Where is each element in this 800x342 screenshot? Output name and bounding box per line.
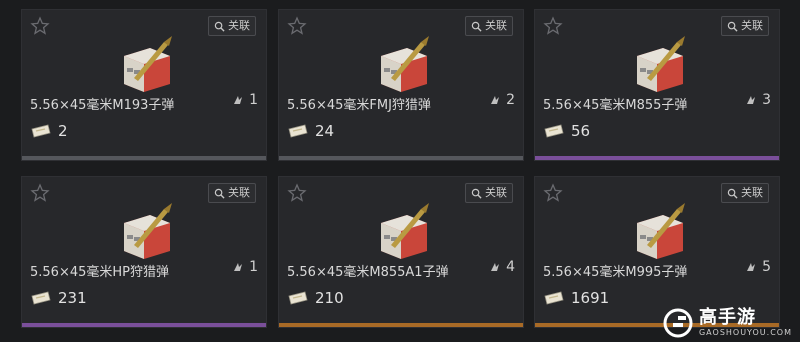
search-icon (214, 21, 225, 32)
money-icon (288, 124, 308, 138)
search-icon (471, 21, 482, 32)
tier-value: 3 (762, 92, 771, 108)
tier-icon (491, 263, 500, 271)
ammo-box-icon (124, 36, 172, 92)
money-icon (31, 291, 51, 305)
watermark-subtitle: GAOSHOUYOU.COM (698, 328, 792, 337)
tier-icon (491, 96, 500, 104)
watermark: 高手游 GAOSHOUYOU.COM (663, 308, 792, 338)
ammo-name: 5.56×45毫米M855子弹 (543, 98, 688, 113)
star-icon[interactable] (543, 183, 563, 203)
tier-value: 5 (762, 259, 771, 275)
tier-value: 4 (506, 259, 515, 275)
money-icon (288, 291, 308, 305)
rarity-bar (22, 156, 266, 160)
relation-label: 关联 (741, 186, 763, 199)
relation-button[interactable]: 关联 (208, 16, 256, 36)
ammo-price: 2 (30, 122, 68, 140)
price-value: 210 (315, 289, 344, 307)
price-value: 231 (58, 289, 87, 307)
ammo-card[interactable]: 关联 5.56×45毫米M193子弹 1 2 (21, 9, 267, 161)
price-value: 1691 (571, 289, 610, 307)
search-icon (727, 21, 738, 32)
ammo-tier: 3 (744, 92, 771, 108)
ammo-price: 210 (287, 289, 344, 307)
rarity-bar (279, 156, 523, 160)
star-icon[interactable] (30, 183, 50, 203)
tier-icon (234, 263, 243, 271)
price-value: 2 (58, 122, 68, 140)
relation-label: 关联 (228, 186, 250, 199)
ammo-name: 5.56×45毫米M995子弹 (543, 265, 688, 280)
ammo-price: 24 (287, 122, 334, 140)
relation-button[interactable]: 关联 (465, 183, 513, 203)
ammo-card[interactable]: 关联 5.56×45毫米M855子弹 3 56 (534, 9, 780, 161)
search-icon (727, 188, 738, 199)
tier-icon (747, 263, 756, 271)
relation-button[interactable]: 关联 (721, 16, 769, 36)
relation-label: 关联 (485, 19, 507, 32)
ammo-box-icon (637, 36, 685, 92)
ammo-name: 5.56×45毫米HP狩猎弹 (30, 265, 169, 280)
ammo-grid: 关联 5.56×45毫米M193子弹 1 2 关联 5.56×45毫米FMJ狩猎… (0, 0, 800, 342)
tier-icon (234, 96, 243, 104)
ammo-tier: 1 (231, 259, 258, 275)
money-icon (544, 124, 564, 138)
ammo-name: 5.56×45毫米M855A1子弹 (287, 265, 449, 280)
ammo-price: 56 (543, 122, 590, 140)
ammo-name: 5.56×45毫米FMJ狩猎弹 (287, 98, 431, 113)
ammo-card[interactable]: 关联 5.56×45毫米HP狩猎弹 1 231 (21, 176, 267, 328)
relation-button[interactable]: 关联 (721, 183, 769, 203)
ammo-card[interactable]: 关联 5.56×45毫米FMJ狩猎弹 2 24 (278, 9, 524, 161)
ammo-box-icon (381, 203, 429, 259)
watermark-title: 高手游 (698, 307, 756, 328)
gaoshouyou-logo-icon (663, 308, 693, 338)
relation-label: 关联 (228, 19, 250, 32)
ammo-tier: 2 (488, 92, 515, 108)
tier-icon (747, 96, 756, 104)
ammo-card[interactable]: 关联 5.56×45毫米M855A1子弹 4 210 (278, 176, 524, 328)
watermark-text: 高手游 GAOSHOUYOU.COM (699, 308, 792, 338)
ammo-tier: 4 (488, 259, 515, 275)
ammo-tier: 1 (231, 92, 258, 108)
star-icon[interactable] (30, 16, 50, 36)
ammo-box-icon (381, 36, 429, 92)
relation-label: 关联 (485, 186, 507, 199)
relation-button[interactable]: 关联 (208, 183, 256, 203)
ammo-price: 231 (30, 289, 87, 307)
tier-value: 1 (249, 259, 258, 275)
ammo-box-icon (124, 203, 172, 259)
tier-value: 1 (249, 92, 258, 108)
price-value: 56 (571, 122, 591, 140)
price-value: 24 (315, 122, 335, 140)
star-icon[interactable] (543, 16, 563, 36)
star-icon[interactable] (287, 183, 307, 203)
rarity-bar (535, 156, 779, 160)
money-icon (31, 124, 51, 138)
ammo-price: 1691 (543, 289, 609, 307)
relation-label: 关联 (741, 19, 763, 32)
ammo-name: 5.56×45毫米M193子弹 (30, 98, 175, 113)
tier-value: 2 (506, 92, 515, 108)
rarity-bar (22, 323, 266, 327)
ammo-card[interactable]: 关联 5.56×45毫米M995子弹 5 1691 (534, 176, 780, 328)
relation-button[interactable]: 关联 (465, 16, 513, 36)
rarity-bar (279, 323, 523, 327)
search-icon (214, 188, 225, 199)
ammo-tier: 5 (744, 259, 771, 275)
search-icon (471, 188, 482, 199)
star-icon[interactable] (287, 16, 307, 36)
money-icon (544, 291, 564, 305)
ammo-box-icon (637, 203, 685, 259)
